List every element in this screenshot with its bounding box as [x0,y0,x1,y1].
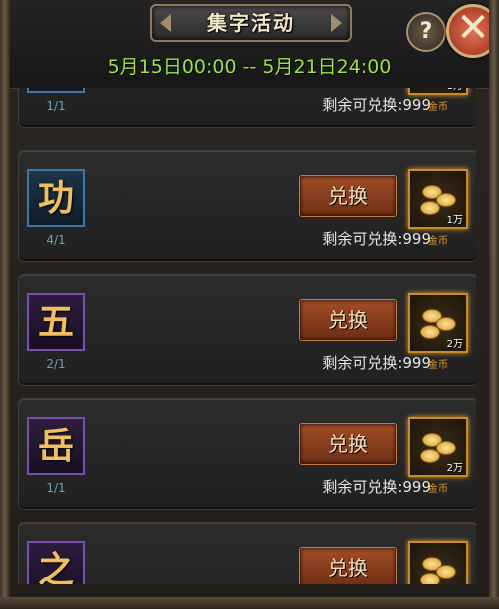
exchange-row: 之 兑换 [18,522,476,584]
exchange-button[interactable]: 兑换 [299,299,397,341]
exchange-list[interactable]: 1/1 剩余可兑换:999 1万 金币 功 4/1 兑换 剩余可兑换:999 1… [18,88,476,584]
gold-label: 金币 [428,236,448,247]
exchange-panel: 集字活动 ? ✕ 5月15日00:00 -- 5月21日24:00 1/1 剩余… [0,0,499,609]
frame-right [489,0,499,609]
gold-reward-icon: 1万 [408,88,468,95]
gold-amount: 1万 [447,88,463,92]
character-count: 1/1 [46,99,66,113]
exchange-row: 岳 1/1 兑换 剩余可兑换:999 2万 金币 [18,398,476,510]
gold-amount: 1万 [446,215,463,226]
character-count: 2/1 [46,357,66,371]
gold-label: 金币 [428,484,448,495]
gold-label: 金币 [428,360,448,371]
gold-amount: 2万 [446,463,463,474]
character-count: 4/1 [46,233,66,247]
frame-left [0,0,10,609]
help-button[interactable]: ? [406,12,446,52]
character-icon: 功 [27,169,85,227]
gold-reward-icon: 2万 [408,417,468,477]
exchange-button[interactable]: 兑换 [299,175,397,217]
frame-bottom [0,597,499,609]
character-icon: 岳 [27,417,85,475]
character-icon: 五 [27,293,85,351]
title-plate: 集字活动 [150,4,352,42]
exchange-button[interactable]: 兑换 [299,423,397,465]
exchange-row: 1/1 剩余可兑换:999 1万 金币 [18,88,476,128]
panel-title: 集字活动 [207,11,295,35]
event-date-range: 5月15日00:00 -- 5月21日24:00 [107,56,392,78]
gold-reward-icon [408,541,468,584]
exchange-row: 功 4/1 兑换 剩余可兑换:999 1万 金币 [18,150,476,262]
exchange-row: 五 2/1 兑换 剩余可兑换:999 2万 金币 [18,274,476,386]
gold-label: 金币 [428,102,448,113]
gold-reward-icon: 2万 [408,293,468,353]
character-count: 1/1 [46,481,66,495]
exchange-button[interactable]: 兑换 [299,547,397,584]
gold-reward-icon: 1万 [408,169,468,229]
character-icon [27,88,85,93]
character-icon: 之 [27,541,85,584]
gold-amount: 2万 [446,339,463,350]
